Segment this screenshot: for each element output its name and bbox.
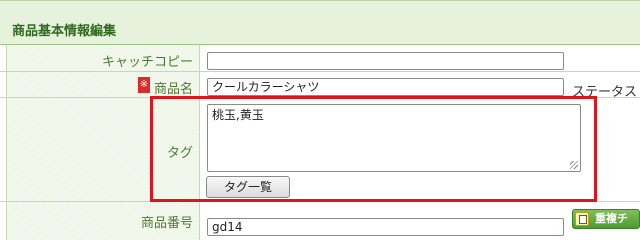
tags-label-cell: タグ xyxy=(6,98,200,201)
tag-list-button[interactable]: タグ一覧 xyxy=(206,176,290,198)
resize-grip-icon[interactable] xyxy=(570,161,578,169)
duplicate-check-label: 重複チ xyxy=(595,212,628,225)
product-name-label-cell: ※ 商品名 xyxy=(6,72,200,97)
duplicate-check-icon xyxy=(575,212,589,226)
duplicate-check-button[interactable]: 重複チ xyxy=(572,209,640,229)
product-name-label: 商品名 xyxy=(153,82,193,97)
tags-text: 桃玉,黄玉 xyxy=(212,108,264,122)
catch-copy-input[interactable] xyxy=(207,52,564,70)
product-name-input[interactable]: クールカラーシャツ xyxy=(207,78,564,96)
catch-copy-label-cell: キャッチコピー xyxy=(6,45,200,71)
product-number-label-cell: 商品番号 xyxy=(6,202,200,240)
catch-copy-label: キャッチコピー xyxy=(101,55,193,70)
tags-textarea[interactable]: 桃玉,黄玉 xyxy=(207,104,581,172)
product-number-input[interactable]: gd14 xyxy=(207,218,564,236)
panel-title: 商品基本情報編集 xyxy=(12,24,117,39)
product-number-label: 商品番号 xyxy=(140,216,193,231)
panel-header: 商品基本情報編集 xyxy=(0,0,640,45)
required-mark: ※ xyxy=(138,77,150,93)
tags-label: タグ xyxy=(166,146,193,161)
